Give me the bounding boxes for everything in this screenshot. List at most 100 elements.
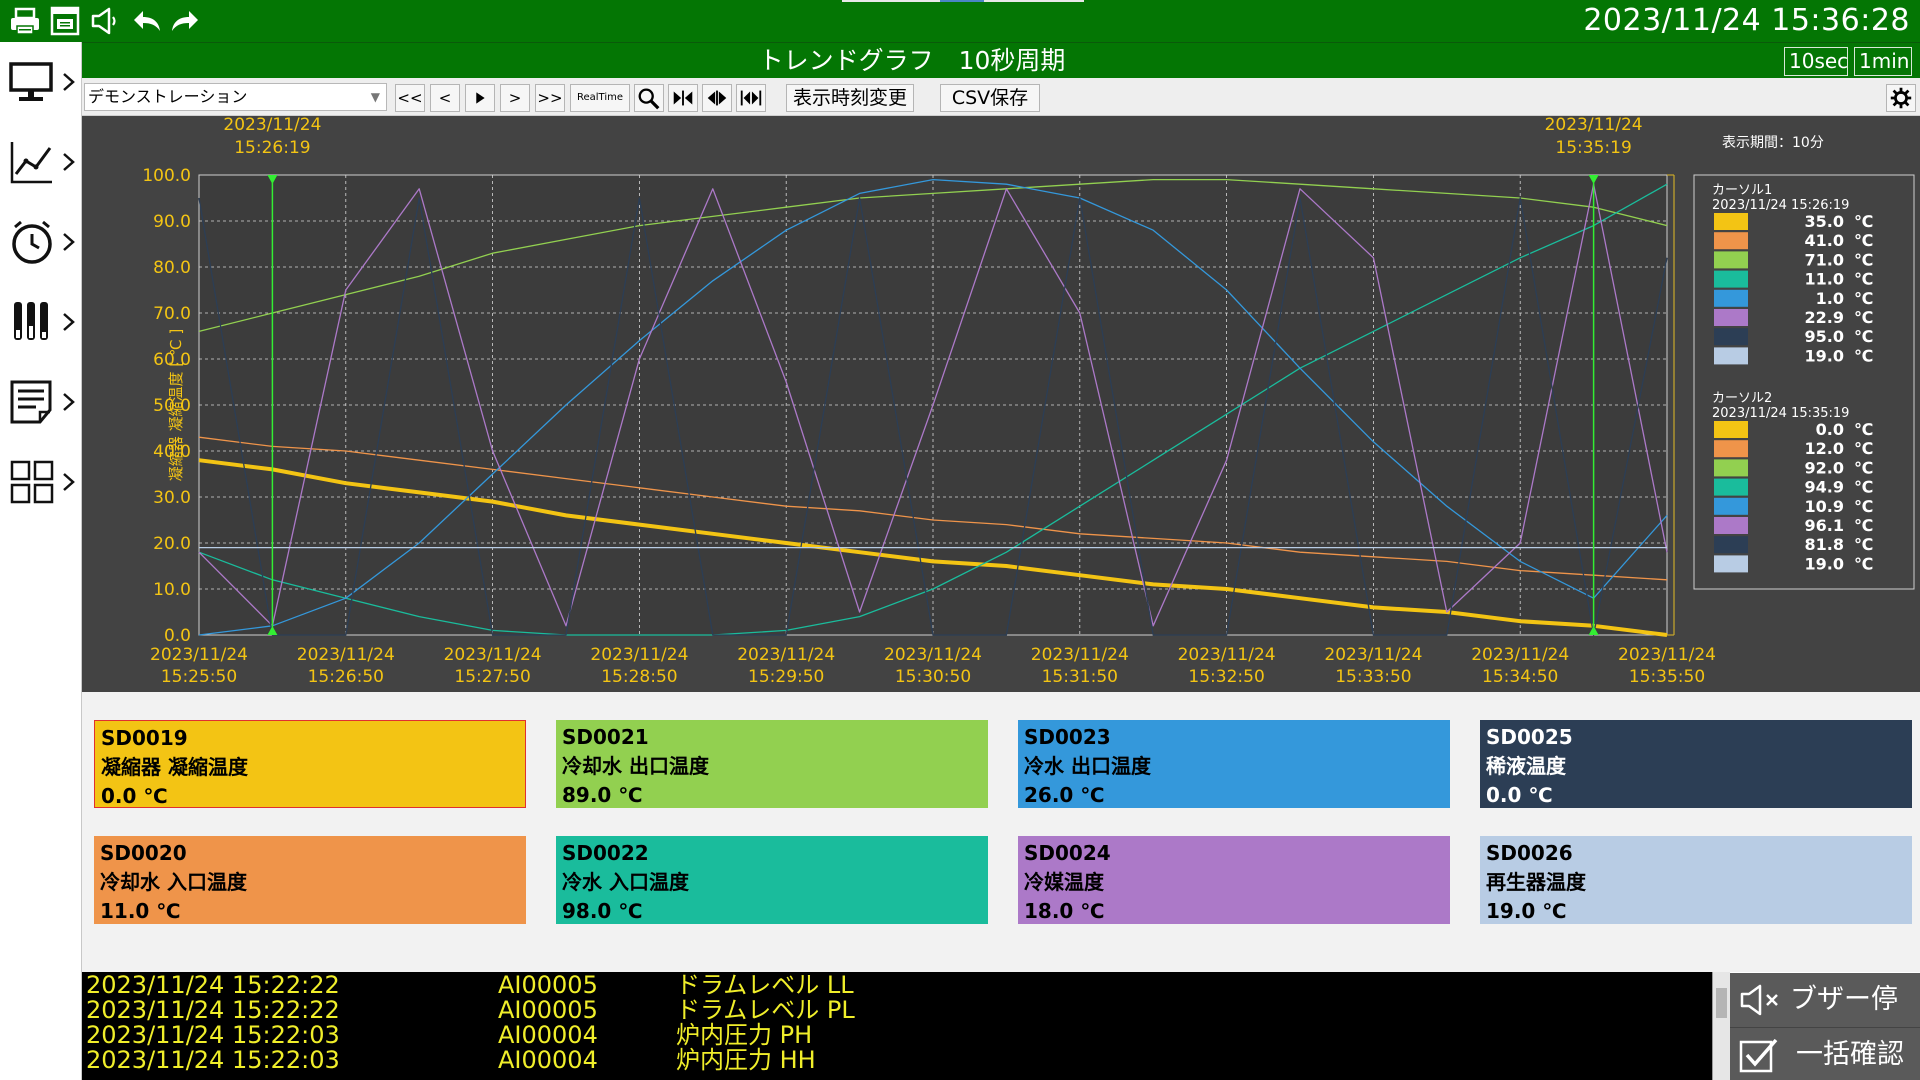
shrink-range-button[interactable]: [668, 84, 698, 112]
cursor2-legend-swatch: [1714, 478, 1748, 496]
tile-name: 冷水 出口温度: [1024, 754, 1151, 778]
tile-code: SD0023: [1024, 725, 1111, 749]
prev-page-button[interactable]: <: [430, 84, 460, 112]
y-tick-label: 100.0: [142, 166, 191, 186]
y-tick-label: 70.0: [153, 304, 191, 324]
sidebar-item-reports[interactable]: [6, 376, 78, 440]
settings-button[interactable]: [1886, 84, 1916, 112]
tile-value: 26.0 ℃: [1024, 783, 1105, 807]
sidebar-item-trend[interactable]: [6, 136, 78, 200]
trend-chart[interactable]: 100.090.080.070.060.050.040.030.020.010.…: [82, 116, 1920, 692]
play-icon: [476, 92, 485, 104]
tag-tile[interactable]: SD0021 冷却水 出口温度 89.0 ℃: [556, 720, 988, 808]
tile-value: 18.0 ℃: [1024, 899, 1105, 923]
chevron-right-icon: [60, 148, 78, 176]
checkbox-icon: [1739, 1038, 1778, 1073]
last-page-button[interactable]: >>: [535, 84, 565, 112]
alarm-text: 炉内圧力 HH: [676, 1046, 816, 1074]
tag-tile[interactable]: SD0026 再生器温度 19.0 ℃: [1480, 836, 1912, 924]
group-select[interactable]: デモンストレーション ▼: [84, 83, 387, 111]
first-page-button[interactable]: <<: [395, 84, 425, 112]
tag-tile[interactable]: SD0024 冷媒温度 18.0 ℃: [1018, 836, 1450, 924]
tile-code: SD0024: [1024, 841, 1111, 865]
cursor2-legend-unit: ℃: [1854, 420, 1873, 439]
cursor1-legend-swatch: [1714, 289, 1748, 307]
period-1min-button[interactable]: 1min: [1854, 47, 1912, 76]
next-page-button[interactable]: >: [500, 84, 530, 112]
period-10sec-button[interactable]: 10sec: [1784, 47, 1848, 76]
chevron-right-icon: [60, 308, 78, 336]
left-sidebar: [0, 42, 82, 1080]
grid-tiles-icon: [6, 456, 58, 508]
tag-tile[interactable]: SD0019 凝縮器 凝縮温度 0.0 ℃: [94, 720, 526, 808]
cursor1-legend-unit: ℃: [1854, 346, 1873, 365]
speaker-icon[interactable]: [88, 5, 122, 37]
cursor2-legend-unit: ℃: [1854, 458, 1873, 477]
monitor-icon: [6, 56, 58, 108]
realtime-button[interactable]: RealTime: [570, 84, 630, 112]
cursor-2-date: 2023/11/24: [1545, 116, 1643, 135]
tile-name: 冷却水 入口温度: [100, 870, 247, 894]
expand-range-button[interactable]: [702, 84, 732, 112]
cursor2-legend-unit: ℃: [1854, 535, 1873, 554]
cursor2-legend-value: 94.9: [1805, 478, 1844, 497]
undo-icon[interactable]: [130, 5, 164, 37]
cursor1-legend-swatch: [1714, 251, 1748, 269]
printer-window-icon[interactable]: [48, 5, 82, 37]
tile-name: 冷水 入口温度: [562, 870, 689, 894]
sidebar-item-tiles[interactable]: [6, 456, 78, 520]
printer-icon[interactable]: [8, 5, 42, 37]
sidebar-item-monitor[interactable]: [6, 56, 78, 120]
sidebar-item-gauges[interactable]: [6, 296, 78, 360]
bar-gauge-icon: [6, 296, 58, 348]
tag-tile[interactable]: SD0023 冷水 出口温度 26.0 ℃: [1018, 720, 1450, 808]
y-axis-label: 凝縮器 凝縮温度 [ ℃ ]: [167, 329, 185, 482]
sidebar-item-clock[interactable]: [6, 216, 78, 280]
tile-name: 凝縮器 凝縮温度: [101, 755, 248, 779]
buzzer-stop-button[interactable]: ブザー停止: [1730, 973, 1920, 1069]
tag-tile[interactable]: SD0022 冷水 入口温度 98.0 ℃: [556, 836, 988, 924]
x-tick-label: 2023/11/24: [297, 645, 395, 665]
x-tick-label: 15:34:50: [1482, 667, 1558, 687]
cursor2-legend-swatch: [1714, 440, 1748, 458]
cursor-1-time: 15:26:19: [234, 138, 310, 158]
x-tick-label: 15:29:50: [748, 667, 824, 687]
x-tick-label: 2023/11/24: [1324, 645, 1422, 665]
cursor1-legend-swatch: [1714, 347, 1748, 365]
csv-save-button[interactable]: CSV保存: [940, 84, 1040, 112]
x-tick-label: 2023/11/24: [1471, 645, 1569, 665]
y-tick-label: 10.0: [153, 580, 191, 600]
tile-name: 稀液温度: [1486, 754, 1566, 778]
change-time-button[interactable]: 表示時刻変更: [786, 84, 914, 112]
play-button[interactable]: [465, 84, 495, 112]
cursor1-legend-unit: ℃: [1854, 327, 1873, 346]
alarm-scrollbar[interactable]: [1712, 972, 1730, 1080]
fit-range-button[interactable]: [736, 84, 766, 112]
scrollbar-thumb[interactable]: [1716, 988, 1727, 1018]
tag-tile[interactable]: SD0020 冷却水 入口温度 11.0 ℃: [94, 836, 526, 924]
trend-chart-icon: [6, 136, 58, 188]
shrink-icon: [673, 90, 693, 106]
redo-icon[interactable]: [168, 5, 202, 37]
search-icon: [638, 88, 660, 110]
tile-code: SD0022: [562, 841, 649, 865]
tile-code: SD0020: [100, 841, 187, 865]
cursor1-legend-time: 2023/11/24 15:26:19: [1712, 198, 1849, 213]
alarm-id: AI00005: [498, 996, 598, 1024]
tile-name: 冷却水 出口温度: [562, 754, 709, 778]
chevron-right-icon: [60, 228, 78, 256]
tag-tiles-area: SD0019 凝縮器 凝縮温度 0.0 ℃ SD0021 冷却水 出口温度 89.0 ℃…: [82, 692, 1920, 972]
x-tick-label: 15:30:50: [895, 667, 971, 687]
cursor2-legend-swatch: [1714, 555, 1748, 573]
cursor2-legend-swatch: [1714, 421, 1748, 438]
gear-icon: [1890, 87, 1912, 109]
title-bar: トレンドグラフ 10秒周期 10sec 1min: [82, 42, 1920, 78]
cursor2-legend-swatch: [1714, 536, 1748, 554]
zoom-button[interactable]: [634, 84, 664, 112]
bulk-confirm-button[interactable]: 一括確認: [1730, 1027, 1920, 1080]
cursor1-legend-value: 1.0: [1816, 289, 1844, 308]
y-tick-label: 90.0: [153, 212, 191, 232]
tag-tile[interactable]: SD0025 稀液温度 0.0 ℃: [1480, 720, 1912, 808]
cursor1-legend-swatch: [1714, 213, 1748, 230]
cursor1-legend-value: 19.0: [1805, 346, 1844, 365]
